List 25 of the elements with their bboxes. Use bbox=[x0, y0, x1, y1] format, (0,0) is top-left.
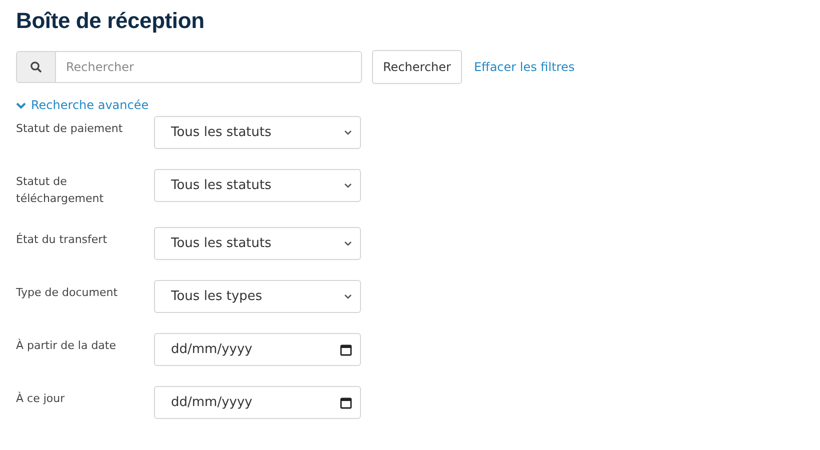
calendar-icon bbox=[340, 344, 352, 356]
chevron-down-icon bbox=[344, 130, 352, 135]
date-field[interactable]: dd/mm/yyyy bbox=[154, 386, 361, 419]
filter-label: Statut de paiement bbox=[16, 121, 124, 137]
date-field[interactable]: dd/mm/yyyy bbox=[154, 333, 361, 366]
filter-label: Statut de téléchargement bbox=[16, 174, 105, 207]
search-field[interactable]: Rechercher bbox=[16, 51, 362, 83]
filter-label: À partir de la date bbox=[16, 338, 117, 354]
chevron-down-icon bbox=[344, 183, 352, 188]
chevron-down-icon bbox=[344, 294, 352, 299]
status-select[interactable]: Tous les types bbox=[154, 280, 361, 313]
clear-filters-link[interactable]: Effacer les filtres bbox=[474, 60, 575, 74]
status-select[interactable]: Tous les statuts bbox=[154, 116, 361, 149]
advanced-search-toggle[interactable]: Recherche avancée bbox=[16, 98, 804, 112]
search-button[interactable]: Rechercher bbox=[372, 50, 462, 84]
filter-label: Type de document bbox=[16, 285, 119, 301]
filter-label: État du transfert bbox=[16, 232, 108, 248]
search-icon bbox=[30, 61, 42, 73]
calendar-icon bbox=[340, 396, 352, 408]
chevron-icon bbox=[16, 102, 26, 108]
page-title: Boîte de réception bbox=[16, 8, 206, 34]
status-select[interactable]: Tous les statuts bbox=[154, 169, 361, 202]
filter-label: À ce jour bbox=[16, 390, 66, 407]
status-select[interactable]: Tous les statuts bbox=[154, 227, 361, 260]
chevron-down-icon bbox=[344, 241, 352, 246]
